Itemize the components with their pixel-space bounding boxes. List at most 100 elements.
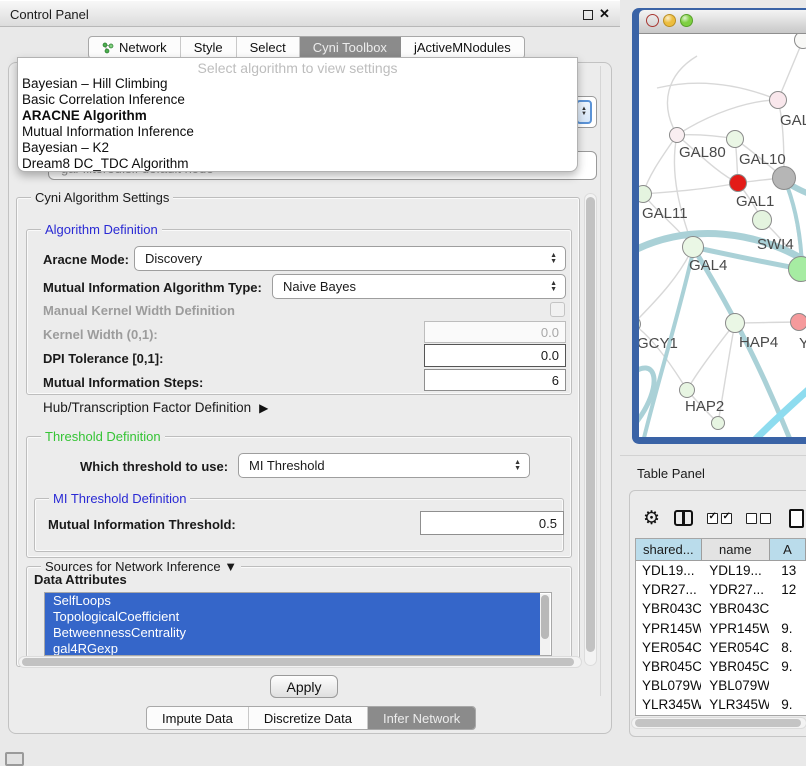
- mi-type-combo[interactable]: Naive Bayes ▲▼: [272, 274, 566, 299]
- data-attribute-item[interactable]: SelfLoops: [45, 593, 540, 609]
- network-node[interactable]: [752, 210, 772, 230]
- tab-infer-network[interactable]: Infer Network: [368, 707, 475, 729]
- float-window-icon[interactable]: [583, 10, 593, 20]
- tab-network[interactable]: Network: [89, 37, 181, 58]
- tab-label: Network: [119, 40, 167, 55]
- manual-kernel-checkbox[interactable]: [550, 302, 565, 317]
- list-scrollbar[interactable]: [540, 594, 550, 656]
- tab-cyni-toolbox[interactable]: Cyni Toolbox: [300, 37, 401, 58]
- algorithm-dropdown: Select algorithm to view settings Bayesi…: [17, 57, 578, 172]
- table-row[interactable]: YDR27...YDR27...12: [636, 580, 806, 599]
- table-cell: YER054C: [701, 640, 769, 655]
- algorithm-option[interactable]: Mutual Information Inference: [18, 124, 577, 140]
- which-threshold-label: Which threshold to use:: [80, 459, 228, 474]
- network-canvas[interactable]: GALGAL80GAL10GAL1GAL11SWI4GAL4GCY1HAP4YH…: [639, 34, 806, 437]
- tab-select[interactable]: Select: [237, 37, 300, 58]
- table-cell: 8.: [769, 640, 806, 655]
- aracne-mode-combo[interactable]: Discovery ▲▼: [134, 246, 566, 271]
- network-icon: [102, 42, 114, 54]
- columns-icon[interactable]: [674, 510, 693, 526]
- aracne-mode-label: Aracne Mode:: [43, 252, 129, 267]
- settings-vertical-scrollbar[interactable]: [584, 193, 597, 666]
- gear-icon[interactable]: ⚙: [643, 509, 660, 528]
- network-node[interactable]: [726, 130, 744, 148]
- table-horizontal-scrollbar[interactable]: [631, 717, 806, 729]
- network-node[interactable]: [725, 313, 745, 333]
- tab-style[interactable]: Style: [181, 37, 237, 58]
- network-node[interactable]: [679, 382, 695, 398]
- document-icon[interactable]: [789, 509, 804, 528]
- table-row[interactable]: YBR045CYBR045C9.: [636, 657, 806, 676]
- threshold-definition-title: Threshold Definition: [41, 429, 165, 444]
- data-attribute-item[interactable]: gal4RGexp: [45, 641, 540, 656]
- data-attributes-list: SelfLoopsTopologicalCoefficientBetweenne…: [44, 592, 552, 656]
- mi-steps-field[interactable]: 6: [424, 369, 566, 391]
- zoom-traffic-light-icon[interactable]: [680, 14, 693, 27]
- algorithm-option[interactable]: Dream8 DC_TDC Algorithm: [18, 156, 577, 172]
- apply-button[interactable]: Apply: [270, 675, 338, 698]
- bottom-tabbar: Impute Data Discretize Data Infer Networ…: [146, 706, 476, 730]
- tab-impute-data[interactable]: Impute Data: [147, 707, 249, 729]
- table-row[interactable]: YBR043CYBR043C: [636, 599, 806, 618]
- deselect-all-checks-icon[interactable]: [746, 513, 771, 524]
- grid-icon[interactable]: [5, 752, 24, 766]
- table-row[interactable]: YLR345WYLR345W9.: [636, 695, 806, 714]
- network-node[interactable]: [790, 313, 806, 331]
- tab-jactivemnodules[interactable]: jActiveMNodules: [401, 37, 524, 58]
- minimize-traffic-light-icon[interactable]: [663, 14, 676, 27]
- manual-kernel-label: Manual Kernel Width Definition: [43, 303, 235, 318]
- table-row[interactable]: YER054CYER054C8.: [636, 638, 806, 657]
- algorithm-option[interactable]: Basic Correlation Inference: [18, 92, 577, 108]
- close-traffic-light-icon[interactable]: [646, 14, 659, 27]
- combo-arrows-icon[interactable]: ▲▼: [576, 100, 592, 124]
- column-header-shared-name[interactable]: shared...: [636, 539, 702, 560]
- table-panel-title: Table Panel: [637, 466, 705, 481]
- hub-definition-toggle[interactable]: Hub/Transcription Factor Definition▶: [43, 400, 268, 415]
- table-cell: YLR345W: [636, 697, 701, 712]
- algorithm-option[interactable]: Bayesian – K2: [18, 140, 577, 156]
- tab-discretize-data[interactable]: Discretize Data: [249, 707, 368, 729]
- column-header-name[interactable]: name: [702, 539, 770, 560]
- table-cell: YPR145W: [701, 621, 769, 636]
- kernel-width-field[interactable]: 0.0: [424, 321, 566, 343]
- close-icon[interactable]: ✕: [599, 6, 610, 22]
- network-node[interactable]: [669, 127, 685, 143]
- table-row[interactable]: YPR145WYPR145W9.: [636, 619, 806, 638]
- dpi-tolerance-field[interactable]: 0.0: [424, 344, 566, 367]
- select-all-checks-icon[interactable]: [707, 513, 732, 524]
- mi-threshold-field[interactable]: 0.5: [420, 511, 564, 535]
- dpi-tolerance-label: DPI Tolerance [0,1]:: [43, 351, 163, 366]
- settings-horizontal-scrollbar[interactable]: [18, 656, 582, 668]
- table-cell: 13: [769, 563, 806, 578]
- table-cell: 9.: [769, 697, 806, 712]
- algorithm-option[interactable]: Bayesian – Hill Climbing: [18, 76, 577, 92]
- network-node[interactable]: [772, 166, 796, 190]
- combo-arrows-icon: ▲▼: [550, 281, 557, 293]
- table-row[interactable]: YDL19...YDL19...13: [636, 561, 806, 580]
- network-node[interactable]: [769, 91, 787, 109]
- table-cell: YER054C: [636, 640, 701, 655]
- panel-inner-edge: [600, 66, 601, 696]
- column-header-a[interactable]: A: [770, 539, 806, 560]
- control-panel-tabbar: Network Style Select Cyni Toolbox jActiv…: [88, 36, 525, 59]
- algorithm-option[interactable]: ARACNE Algorithm: [18, 108, 577, 124]
- data-attribute-item[interactable]: BetweennessCentrality: [45, 625, 540, 641]
- node-label: GAL4: [689, 257, 727, 274]
- node-label: HAP4: [739, 334, 778, 351]
- table-cell: YDR27...: [636, 582, 701, 597]
- table-row[interactable]: YIL052CYIL052C9.: [636, 715, 806, 717]
- network-window-titlebar[interactable]: [639, 10, 806, 34]
- network-node[interactable]: [682, 236, 704, 258]
- node-label: GCY1: [639, 335, 678, 352]
- data-attribute-item[interactable]: TopologicalCoefficient: [45, 609, 540, 625]
- network-node[interactable]: [729, 174, 747, 192]
- mi-steps-label: Mutual Information Steps:: [43, 375, 203, 390]
- which-threshold-combo[interactable]: MI Threshold ▲▼: [238, 453, 530, 478]
- mi-threshold-group-title: MI Threshold Definition: [49, 491, 190, 506]
- node-label: GAL11: [642, 205, 688, 222]
- table-cell: YBR043C: [636, 601, 701, 616]
- table-row[interactable]: YBL079WYBL079W: [636, 676, 806, 695]
- settings-group-title: Cyni Algorithm Settings: [31, 190, 173, 205]
- network-node[interactable]: [711, 416, 725, 430]
- node-table: shared... name A YDL19...YDL19...13YDR27…: [635, 538, 806, 716]
